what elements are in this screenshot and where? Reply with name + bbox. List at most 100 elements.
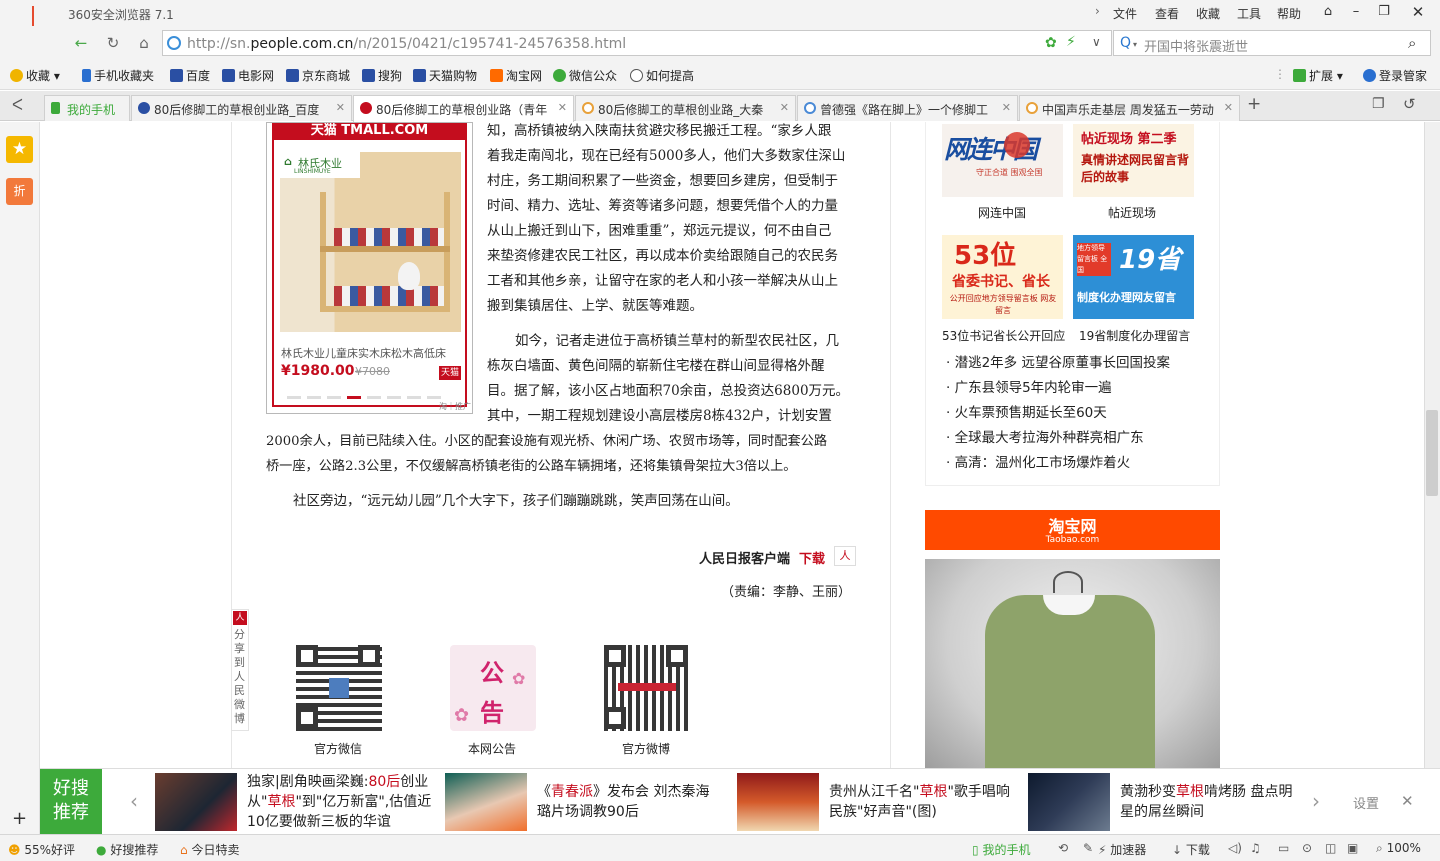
favorites-star-icon[interactable]: ★ [6, 136, 33, 163]
maximize-button[interactable]: ❐ [1371, 2, 1397, 22]
layout-icon[interactable]: ◫ [1325, 841, 1336, 855]
bookmark-tmall[interactable]: 天猫购物 [413, 67, 477, 84]
list-item[interactable]: · 火车票预售期延长至60天 [946, 401, 1216, 426]
notice-image[interactable]: 公 告 ✿ ✿ [450, 645, 536, 731]
tab-active-article[interactable]: 80后修脚工的草根创业路（青年 ✕ [353, 95, 574, 122]
more-icon[interactable]: ⋮ [1274, 67, 1286, 81]
news-thumb[interactable] [445, 773, 527, 831]
tab-scroll-left-icon[interactable]: ᐸ [12, 96, 23, 114]
new-tab-button[interactable]: + [1247, 94, 1261, 114]
product-image[interactable]: ⌂ 林氏木业 LINSHIMUYE [280, 152, 461, 332]
promo-image-53[interactable]: 53位 省委书记、省长 公开回应地方领导留言板 网友留言 [942, 235, 1063, 319]
bookmark-jd[interactable]: 京东商城 [286, 67, 350, 84]
promo-image-tiejin[interactable]: 帖近现场 第二季 真情讲述网民留言背后的故事 [1073, 124, 1194, 197]
qr-label-notice[interactable]: 本网公告 [468, 740, 516, 757]
bookmark-baidu[interactable]: 百度 [170, 67, 210, 84]
discount-icon[interactable]: 折 [6, 178, 33, 205]
ad-source[interactable]: 淘｜推广 [439, 401, 471, 412]
news-thumb[interactable] [155, 773, 237, 831]
bookmark-movie[interactable]: 电影网 [222, 67, 274, 84]
bookmark-sogou[interactable]: 搜狗 [362, 67, 402, 84]
menu-favorites[interactable]: 收藏 [1196, 5, 1220, 22]
download-link[interactable]: 下载 [799, 548, 825, 567]
safe-icon[interactable]: ✿ [1045, 35, 1057, 51]
url-field[interactable]: http://sn.people.com.cn/n/2015/0421/c195… [162, 30, 1112, 56]
restore-tabs-icon[interactable]: ❐ [1372, 96, 1385, 112]
promo-image-19[interactable]: 19省 地方领导留言板 全国 制度化办理网友留言 [1073, 235, 1194, 319]
rating-status[interactable]: ☻ 55%好评 [8, 841, 75, 858]
tab-baidu[interactable]: 80后修脚工的草根创业路_百度 ✕ [131, 95, 352, 121]
search-icon[interactable]: ⌕ [1408, 34, 1416, 52]
news-item-1[interactable]: 独家|剧角映画梁巍:80后创业从"草根"到"亿万新富",估值近10亿要做新三板的… [247, 772, 437, 832]
back-button[interactable]: ← [70, 33, 92, 53]
haosou-status[interactable]: ● 好搜推荐 [96, 841, 158, 858]
tab-zengdeqiang[interactable]: 曾德强《路在脚上》一个修脚工 ✕ [797, 95, 1018, 121]
news-thumb[interactable] [1028, 773, 1110, 831]
news-item-4[interactable]: 黄渤秒变草根啃烤肠 盘点明星的屌丝瞬间 [1120, 782, 1300, 822]
close-tab-icon[interactable]: ✕ [558, 101, 567, 114]
zoom-level[interactable]: ⌕ 100% [1376, 841, 1421, 856]
login-manager-button[interactable]: 登录管家 [1363, 67, 1427, 84]
search-box[interactable]: Q ▾ 开国中将张震逝世 ⌕ [1113, 30, 1431, 56]
list-item[interactable]: · 高清：温州化工市场爆炸着火 [946, 451, 1216, 476]
skin-icon[interactable]: ⌂ [1315, 2, 1341, 22]
news-item-3[interactable]: 贵州从江千名"草根"歌手唱响民族"好声音"(图) [829, 782, 1014, 822]
screen-icon[interactable]: ▣ [1347, 841, 1358, 855]
close-icon[interactable]: ✕ [1401, 792, 1414, 810]
menu-view[interactable]: 查看 [1155, 5, 1179, 22]
download-status[interactable]: ↓ 下载 [1172, 841, 1210, 858]
undo-close-icon[interactable]: ↺ [1403, 95, 1416, 113]
prev-arrow-icon[interactable]: ‹ [130, 789, 138, 813]
chevron-down-icon[interactable]: ∨ [1092, 35, 1101, 49]
product-title[interactable]: 林氏木业儿童床实木床松木高低床 [281, 345, 461, 361]
tab-daqin[interactable]: 80后修脚工的草根创业路_大秦 ✕ [575, 95, 796, 121]
menu-help[interactable]: 帮助 [1277, 5, 1301, 22]
taobao-banner[interactable]: 淘宝网 Taobao.com [925, 510, 1220, 550]
sweater-ad-image[interactable] [925, 559, 1220, 768]
bookmark-mobile[interactable]: 手机收藏夹 [82, 67, 154, 84]
promo-title-wanglian[interactable]: 网连中国 [978, 204, 1026, 221]
list-item[interactable]: · 全球最大考拉海外种群亮相广东 [946, 426, 1216, 451]
news-thumb[interactable] [737, 773, 819, 831]
accelerator-status[interactable]: ⚡ 加速器 [1098, 841, 1146, 858]
promo-title-tiejin[interactable]: 帖近现场 [1108, 204, 1156, 221]
deals-status[interactable]: ⌂ 今日特卖 [180, 841, 239, 858]
minimize-button[interactable]: – [1343, 2, 1369, 22]
extensions-button[interactable]: 扩展 ▾ [1293, 67, 1343, 84]
promo-title-19[interactable]: 19省制度化办理留言 [1079, 327, 1190, 344]
promo-title-53[interactable]: 53位书记省长公开回应 [942, 327, 1065, 344]
window-icon[interactable]: ▭ [1278, 841, 1289, 855]
bell-icon[interactable]: ♫ [1250, 841, 1261, 855]
tab-my-phone[interactable]: 我的手机 [44, 95, 130, 121]
list-item[interactable]: · 广东县领导5年内轮审一遍 [946, 376, 1216, 401]
history-icon[interactable]: ⟲ [1058, 841, 1068, 855]
carousel-active-dot[interactable] [347, 396, 361, 399]
speed-icon[interactable]: ⚡ [1066, 34, 1076, 50]
close-tab-icon[interactable]: ✕ [1002, 101, 1011, 114]
list-item[interactable]: · 潜逃2年多 远望谷原董事长回国投案 [946, 351, 1216, 376]
clean-icon[interactable]: ✎ [1083, 841, 1093, 855]
clock-icon[interactable]: ⊙ [1302, 841, 1312, 855]
next-arrow-icon[interactable]: › [1312, 789, 1320, 813]
news-item-2[interactable]: 《青春派》发布会 刘杰秦海璐片场调教90后 [537, 782, 717, 822]
bookmark-favorites[interactable]: 收藏 ▾ [10, 67, 60, 84]
bookmark-howto[interactable]: 如何提高 [630, 67, 694, 84]
search-input[interactable]: 开国中将张震逝世 [1144, 36, 1248, 55]
menu-tools[interactable]: 工具 [1237, 5, 1261, 22]
close-button[interactable]: ✕ [1405, 2, 1431, 22]
share-weibo[interactable]: 人 分享到人民微博 [231, 609, 249, 731]
carousel-dots[interactable] [287, 396, 447, 399]
tab-vocal[interactable]: 中国声乐走基层 周发猛五一劳动 ✕ [1019, 95, 1240, 121]
product-ad[interactable]: 天猫 TMALL.COM ⌂ 林氏木业 LINSHIMUYE 林氏木业儿童床实木… [266, 122, 473, 414]
home-button[interactable]: ⌂ [133, 33, 155, 53]
refresh-button[interactable]: ↻ [102, 33, 124, 53]
close-tab-icon[interactable]: ✕ [1224, 101, 1233, 114]
promo-image-wanglian[interactable]: 网连中国 守正合道 围观全国 [942, 124, 1063, 197]
menu-file[interactable]: 文件 [1113, 5, 1137, 22]
engine-dropdown-icon[interactable]: ▾ [1133, 40, 1137, 49]
close-tab-icon[interactable]: ✕ [336, 101, 345, 114]
people-daily-logo-icon[interactable]: 人 [834, 546, 856, 566]
add-sidebar-button[interactable]: + [12, 808, 27, 829]
search-engine-icon[interactable]: Q [1120, 35, 1131, 51]
sound-icon[interactable]: ◁) [1228, 841, 1242, 855]
